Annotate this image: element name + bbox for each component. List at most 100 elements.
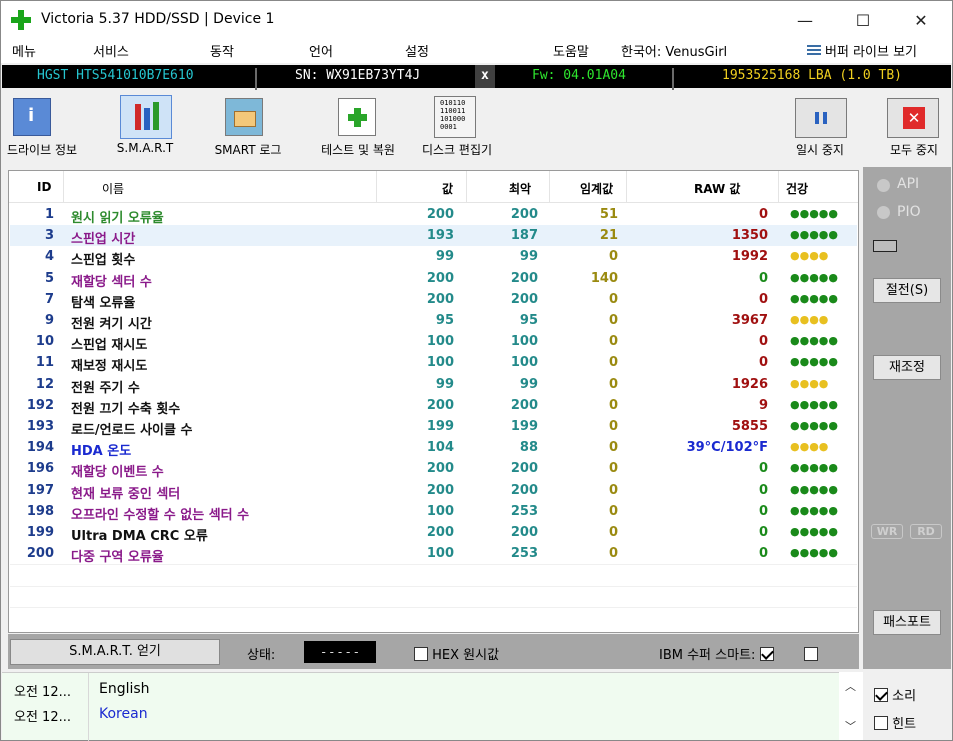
table-row[interactable]: 196 재할당 이벤트 수 200 200 0 0 ●●●●● <box>10 458 857 481</box>
smart-icon <box>120 95 172 139</box>
menu-settings[interactable]: 설정 <box>405 41 429 60</box>
attribute-name: 탐색 오류율 <box>71 295 136 311</box>
attribute-name: Ultra DMA CRC 오류 <box>71 529 208 544</box>
table-row[interactable]: 10 스핀업 재시도 100 100 0 0 ●●●●● <box>10 331 857 354</box>
test-repair-button[interactable]: 테스트 및 복원 <box>313 90 403 162</box>
menu-service[interactable]: 서비스 <box>93 41 129 60</box>
attribute-worst: 200 <box>510 482 538 498</box>
extra-checkbox[interactable] <box>803 647 818 661</box>
menu-language[interactable]: 언어 <box>309 41 333 60</box>
table-row[interactable]: 198 오프라인 수정할 수 없는 섹터 수 100 253 0 0 ●●●●● <box>10 501 857 523</box>
hex-checkbox[interactable] <box>414 647 428 661</box>
smart-log-button[interactable]: SMART 로그 <box>203 90 293 162</box>
attribute-name: 전원 켜기 시간 <box>71 317 152 332</box>
health-indicator: ●●●●● <box>790 419 838 432</box>
sound-checkbox[interactable] <box>874 688 888 702</box>
table-row[interactable]: 4 스핀업 횟수 99 99 0 1992 ●●●● <box>10 246 857 268</box>
menu-main[interactable]: 메뉴 <box>12 41 36 60</box>
ibm-checkbox[interactable] <box>759 647 774 661</box>
victoria-cross-icon <box>11 10 31 30</box>
attribute-value: 100 <box>426 546 454 562</box>
menu-buffer-drive[interactable]: 버퍼 라이브 보기 <box>807 41 917 60</box>
col-health: 건강 <box>786 182 809 196</box>
smart-button[interactable]: S.M.A.R.T <box>100 90 190 162</box>
hex-option[interactable]: HEX 원시값 <box>414 644 499 663</box>
table-row[interactable]: 200 다중 구역 오류율 100 253 0 0 ●●●●● <box>10 543 857 565</box>
table-row[interactable]: 3 스핀업 시간 193 187 21 1350 ●●●●● <box>10 225 857 247</box>
attribute-worst: 199 <box>510 419 538 434</box>
table-row[interactable]: 194 HDA 온도 104 88 0 39°C/102°F ●●●● <box>10 437 857 460</box>
stop-all-button[interactable]: ✕ 모두 중지 <box>869 90 953 162</box>
table-row[interactable]: 9 전원 켜기 시간 95 95 0 3967 ●●●● <box>10 310 857 332</box>
attribute-raw: 5855 <box>731 419 768 434</box>
table-row[interactable]: 7 탐색 오류율 200 200 0 0 ●●●●● <box>10 289 857 311</box>
attribute-name: 스핀업 재시도 <box>71 338 148 354</box>
scroll-down-icon[interactable]: ﹀ <box>845 718 856 734</box>
table-row[interactable]: 193 로드/언로드 사이클 수 199 199 0 5855 ●●●●● <box>10 416 857 438</box>
recalibrate-button[interactable]: 재조정 <box>873 355 941 380</box>
attribute-name: 전원 끄기 수축 횟수 <box>71 401 181 417</box>
device-firmware: Fw: 04.01A04 <box>532 68 626 83</box>
attribute-raw: 0 <box>758 270 768 286</box>
hints-option[interactable]: 힌트 <box>874 713 916 732</box>
api-radio[interactable] <box>877 179 890 192</box>
get-smart-button[interactable]: S.M.A.R.T. 얻기 <box>10 639 220 665</box>
log-scrollbar[interactable]: ︿ ﹀ <box>839 672 863 740</box>
attribute-name: 로드/언로드 사이클 수 <box>71 423 193 438</box>
sleep-button[interactable]: 절전(S) <box>873 278 941 303</box>
attribute-id: 198 <box>26 503 54 519</box>
attribute-id: 200 <box>26 546 54 562</box>
table-row[interactable]: 192 전원 끄기 수축 횟수 200 200 0 9 ●●●●● <box>10 395 857 417</box>
table-row[interactable]: 199 Ultra DMA CRC 오류 200 200 0 0 ●●●●● <box>10 522 857 544</box>
attribute-value: 200 <box>426 291 454 307</box>
folder-edit-icon <box>225 98 263 136</box>
attribute-threshold: 0 <box>608 249 618 265</box>
attribute-value: 200 <box>426 482 454 498</box>
health-indicator: ●●●●● <box>790 355 838 369</box>
attribute-threshold: 0 <box>608 482 618 498</box>
attribute-id: 193 <box>26 419 54 434</box>
hints-checkbox[interactable] <box>874 716 888 730</box>
attribute-threshold: 0 <box>608 461 618 477</box>
title-bar: Victoria 5.37 HDD/SSD | Device 1 — ☐ ✕ <box>1 1 952 39</box>
col-name: 이름 <box>102 182 125 196</box>
device-lba: 1953525168 LBA (1.0 TB) <box>722 68 903 83</box>
attribute-name: 재할당 이벤트 수 <box>71 465 164 481</box>
attribute-worst: 200 <box>510 207 538 222</box>
close-button[interactable]: ✕ <box>898 1 944 39</box>
attribute-worst: 253 <box>510 546 538 562</box>
table-row[interactable]: 197 현재 보류 중인 섹터 200 200 0 0 ●●●●● <box>10 480 857 502</box>
menu-action[interactable]: 동작 <box>210 41 234 60</box>
attribute-value: 100 <box>426 503 454 519</box>
eject-area[interactable]: x <box>475 65 495 88</box>
attribute-id: 9 <box>44 313 54 328</box>
col-threshold: 임계값 <box>580 182 614 196</box>
table-row[interactable]: 12 전원 주기 수 99 99 0 1926 ●●●● <box>10 374 857 396</box>
table-row[interactable]: 5 재할당 섹터 수 200 200 140 0 ●●●●● <box>10 268 857 290</box>
rd-indicator: RD <box>910 524 942 539</box>
minimize-button[interactable]: — <box>782 1 828 39</box>
menu-language-user[interactable]: 한국어: VenusGirl <box>621 41 727 60</box>
pause-icon <box>795 98 847 138</box>
attribute-id: 197 <box>26 482 54 498</box>
attribute-raw: 1350 <box>731 228 768 244</box>
table-row[interactable]: 1 원시 읽기 오류율 200 200 51 0 ●●●●● <box>10 204 857 226</box>
attribute-raw: 9 <box>758 397 768 413</box>
disk-editor-button[interactable]: 010110 110011 101000 0001 디스크 편집기 <box>412 90 502 162</box>
attribute-value: 100 <box>426 355 454 371</box>
drive-info-button[interactable]: i 드라이브 정보 <box>2 90 92 162</box>
passport-button[interactable]: 패스포트 <box>873 610 941 635</box>
attribute-worst: 200 <box>510 461 538 477</box>
pause-button[interactable]: 일시 중지 <box>775 90 865 162</box>
empty-row <box>10 606 857 628</box>
menu-help[interactable]: 도움말 <box>553 41 589 60</box>
attribute-name: HDA 온도 <box>71 444 132 460</box>
pio-radio[interactable] <box>877 206 890 219</box>
maximize-button[interactable]: ☐ <box>840 1 886 39</box>
eject-button[interactable]: x <box>481 68 489 83</box>
health-indicator: ●●●●● <box>790 397 838 411</box>
attribute-value: 200 <box>426 207 454 222</box>
scroll-up-icon[interactable]: ︿ <box>845 678 856 694</box>
sound-option[interactable]: 소리 <box>874 685 916 704</box>
table-row[interactable]: 11 재보정 재시도 100 100 0 0 ●●●●● <box>10 352 857 374</box>
